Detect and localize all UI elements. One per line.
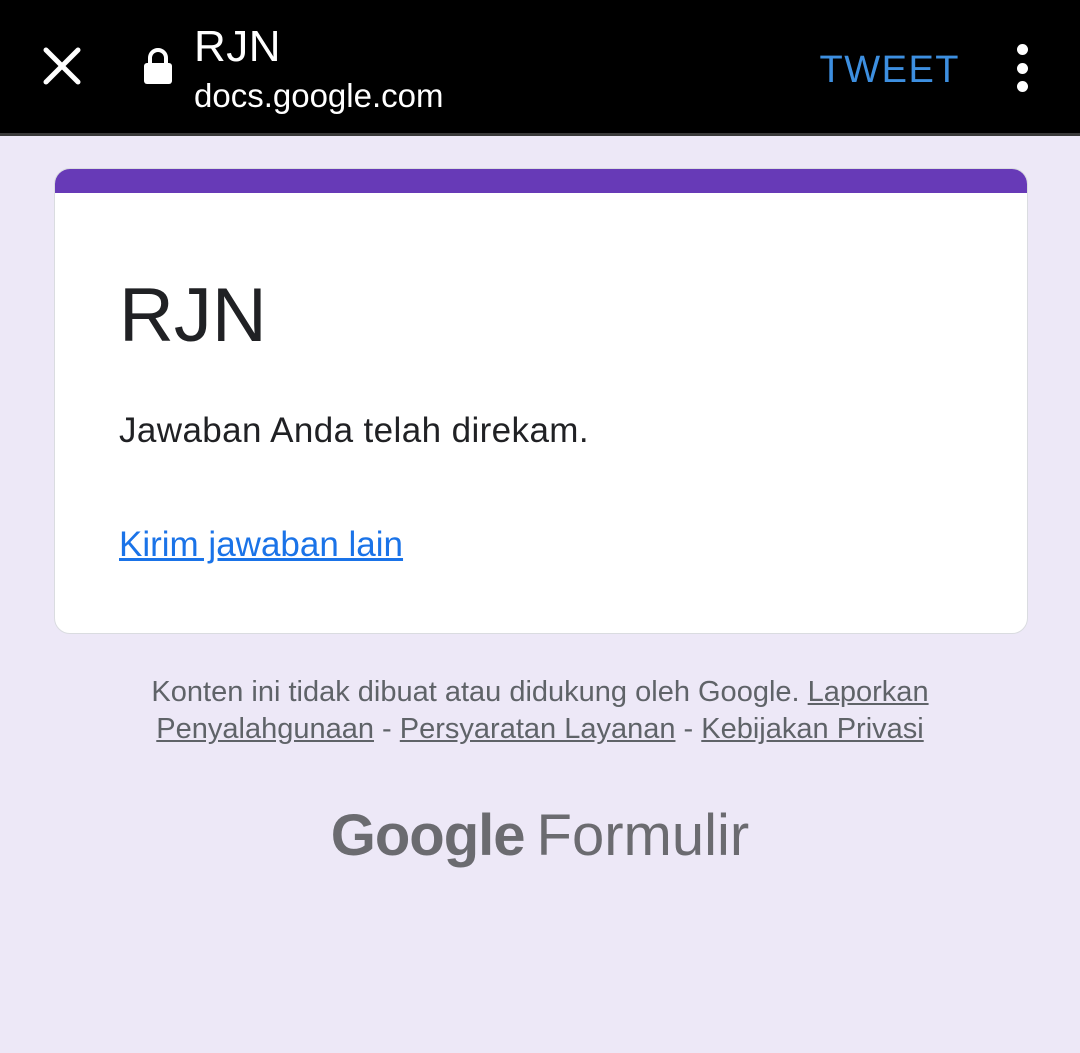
close-button[interactable] bbox=[32, 36, 92, 96]
page-title-block: RJN docs.google.com bbox=[194, 22, 443, 118]
more-vert-icon bbox=[1016, 44, 1028, 55]
footer-disclaimer: Konten ini tidak dibuat atau didukung ol… bbox=[70, 674, 1010, 748]
submit-another-response-link[interactable]: Kirim jawaban lain bbox=[119, 523, 403, 567]
google-wordmark: Google bbox=[330, 803, 526, 868]
lock-icon bbox=[144, 48, 172, 84]
overflow-menu-button[interactable] bbox=[1002, 40, 1042, 96]
terms-of-service-link[interactable]: Persyaratan Layanan bbox=[400, 713, 676, 745]
confirmation-card: RJN Jawaban Anda telah direkam. Kirim ja… bbox=[54, 168, 1028, 634]
close-icon bbox=[43, 47, 81, 85]
more-vert-icon-dot bbox=[1016, 62, 1028, 74]
google-forms-logo[interactable]: Google Formulir bbox=[0, 800, 1080, 872]
footer-separator: - bbox=[683, 713, 694, 745]
confirmation-message: Jawaban Anda telah direkam. bbox=[119, 411, 589, 450]
form-title: RJN bbox=[119, 273, 267, 358]
page-url: docs.google.com bbox=[194, 77, 444, 114]
more-vert-icon-dot bbox=[1016, 81, 1028, 92]
footer-separator: - bbox=[382, 713, 392, 745]
disclaimer-text: Konten ini tidak dibuat atau didukung ol… bbox=[151, 676, 800, 708]
custom-tab-toolbar: RJN docs.google.com TWEET bbox=[0, 0, 1080, 136]
page-title: RJN bbox=[194, 22, 282, 71]
tweet-button[interactable]: TWEET bbox=[820, 46, 960, 94]
privacy-policy-link[interactable]: Kebijakan Privasi bbox=[701, 713, 923, 745]
product-wordmark: Formulir bbox=[536, 803, 750, 868]
card-accent-bar bbox=[55, 169, 1027, 193]
